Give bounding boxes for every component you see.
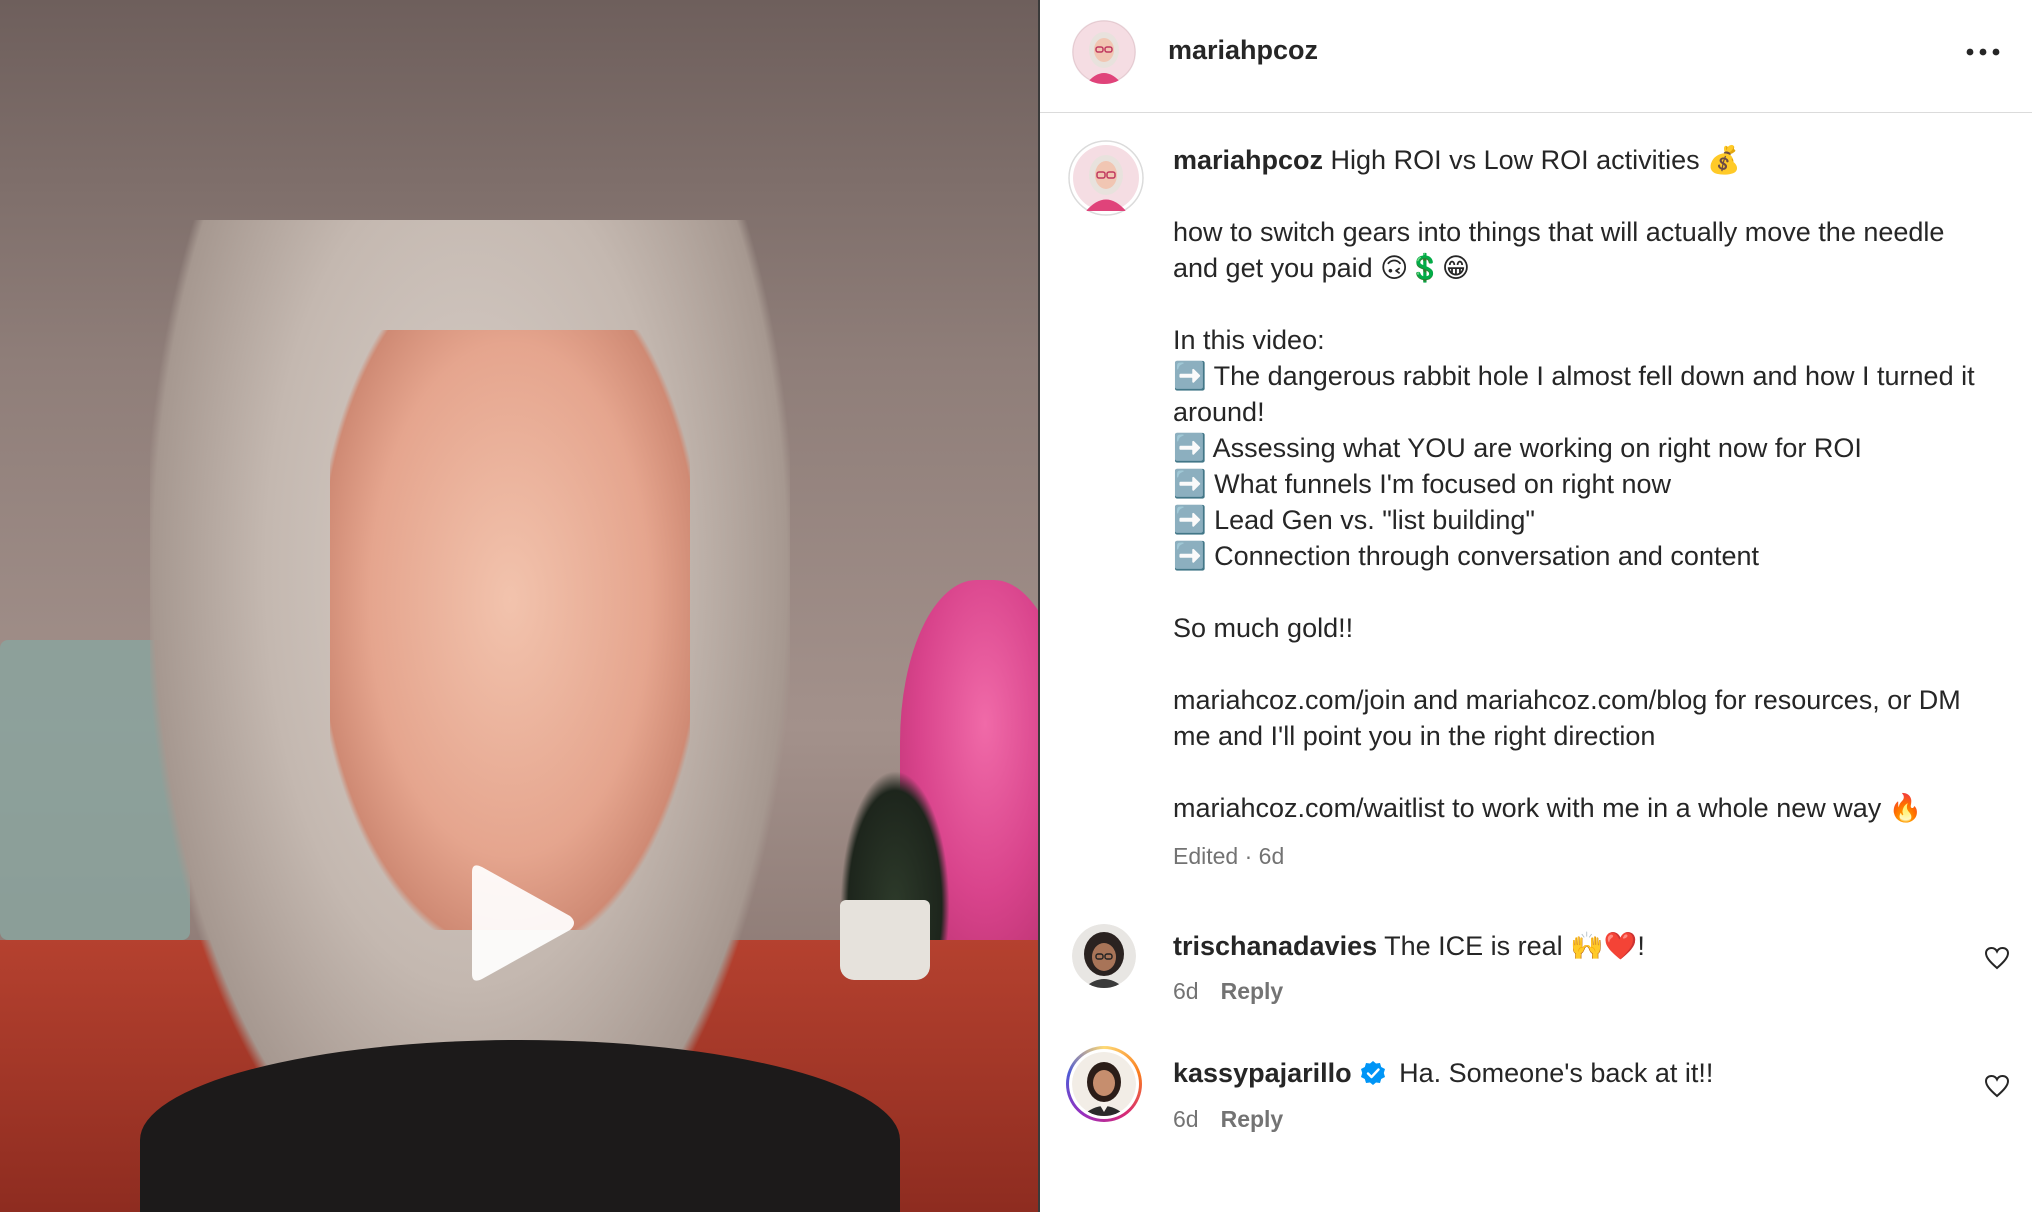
post-viewer: mariahpcoz mariahpcoz High ROI vs Low RO… [0, 0, 2032, 1212]
comment-time: 6d [1173, 978, 1199, 1004]
video-player[interactable] [0, 0, 1038, 1212]
video-person-face [330, 330, 690, 930]
post-sidebar: mariahpcoz mariahpcoz High ROI vs Low RO… [1040, 0, 2032, 1212]
post-header: mariahpcoz [1040, 0, 2032, 113]
comment-time: 6d [1173, 1106, 1199, 1132]
play-button[interactable] [450, 858, 580, 988]
comment-username[interactable]: trischanadavies [1173, 931, 1377, 961]
post-meta: Edited · 6d [1173, 843, 1285, 869]
caption-text: High ROI vs Low ROI activities 💰 how to … [1173, 145, 1975, 823]
caption-username[interactable]: mariahpcoz [1173, 145, 1323, 175]
profile-picture [1072, 1052, 1136, 1116]
comment-item: kassypajarillo Ha. Someone's back at it!… [1040, 1046, 2032, 1156]
comment-meta: 6d Reply [1173, 1106, 1283, 1133]
caption-avatar[interactable] [1068, 140, 1144, 216]
comment-username[interactable]: kassypajarillo [1173, 1058, 1352, 1088]
video-pot [840, 900, 930, 980]
reply-button[interactable]: Reply [1221, 978, 1284, 1004]
profile-picture [1068, 140, 1144, 216]
comment-body: Ha. Someone's back at it!! [1391, 1058, 1714, 1088]
heart-icon[interactable] [1984, 946, 2010, 970]
comment-text: trischanadavies The ICE is real 🙌❤️! [1173, 930, 1645, 962]
profile-picture [1072, 924, 1136, 988]
header-username[interactable]: mariahpcoz [1168, 35, 1318, 66]
comment-item: trischanadavies The ICE is real 🙌❤️! 6d R… [1040, 918, 2032, 1028]
comment-body: The ICE is real 🙌❤️! [1377, 931, 1645, 961]
comment-avatar[interactable] [1072, 1052, 1136, 1116]
play-icon [472, 865, 574, 981]
more-horizontal-icon[interactable] [1964, 38, 2002, 66]
reply-button[interactable]: Reply [1221, 1106, 1284, 1132]
comment-avatar[interactable] [1072, 924, 1136, 988]
avatar[interactable] [1072, 20, 1136, 84]
post-caption: mariahpcoz High ROI vs Low ROI activitie… [1173, 142, 1993, 826]
verified-badge-icon [1360, 1061, 1385, 1085]
comment-meta: 6d Reply [1173, 978, 1283, 1005]
comment-text: kassypajarillo Ha. Someone's back at it!… [1173, 1058, 1713, 1089]
heart-icon[interactable] [1984, 1074, 2010, 1098]
profile-picture [1072, 20, 1136, 84]
